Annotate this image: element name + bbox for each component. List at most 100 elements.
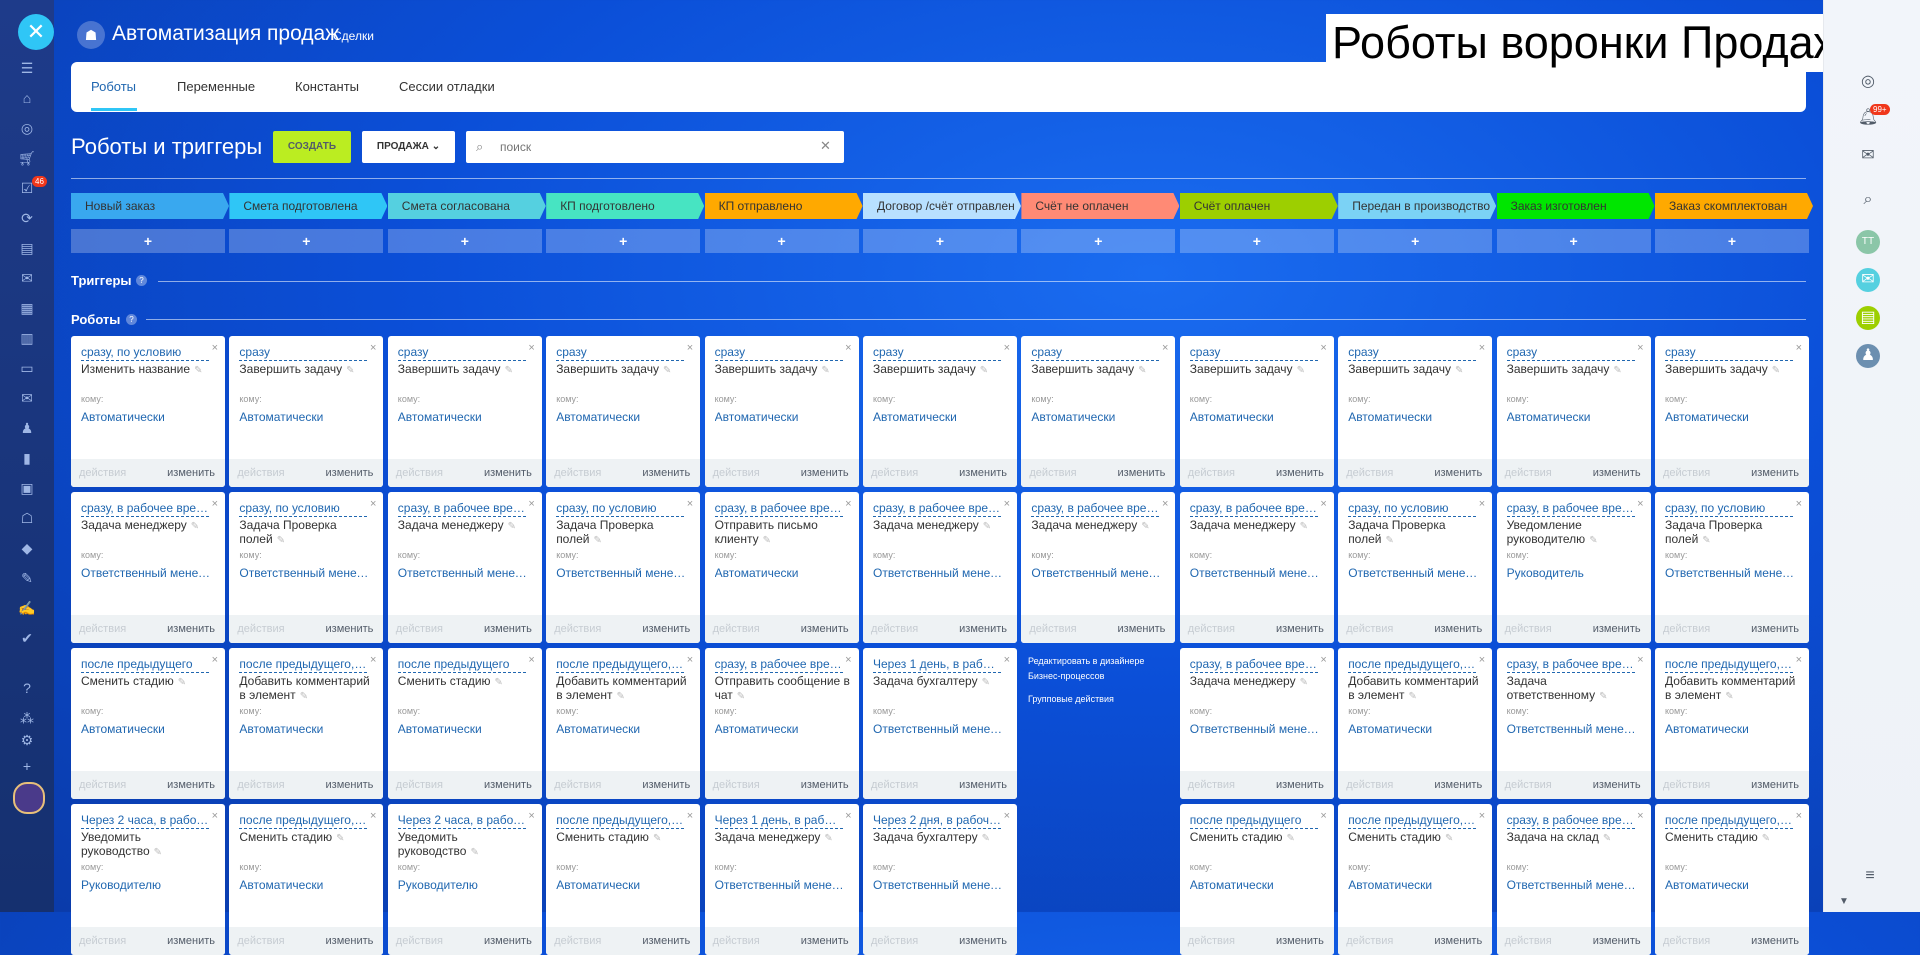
edit-list-icon[interactable]: ✎ [17,568,37,588]
recipient-value[interactable]: Ответственный менеджер [1665,566,1799,580]
search-input[interactable] [498,139,802,155]
close-icon[interactable]: × [1637,810,1643,822]
close-icon[interactable]: × [1320,342,1326,354]
edit-link[interactable]: изменить [167,467,215,479]
robot-trigger-condition[interactable]: сразу, в рабочее время [873,501,1001,517]
close-icon[interactable]: × [1796,342,1802,354]
recipient-value[interactable]: Автоматически [239,410,373,424]
reports-icon[interactable]: ▮ [17,448,37,468]
robot-card[interactable]: сразу, по условию × Задача Проверка полей ✎… [1655,492,1809,643]
robot-card[interactable]: Через 2 часа, в рабочее время× Уведомить … [387,804,542,955]
clear-search-icon[interactable]: ✕ [820,138,831,154]
pencil-icon[interactable]: ✎ [508,521,516,532]
robot-card[interactable]: сразу × Завершить задачу ✎ кому: Автоматическ… [546,336,701,487]
close-icon[interactable]: × [845,498,851,510]
close-icon[interactable]: × [687,342,693,354]
recipient-value[interactable]: Ответственный менеджер [1507,878,1641,892]
recipient-value[interactable]: Автоматически [81,722,215,736]
pencil-icon[interactable]: ✎ [1300,677,1308,688]
mail-icon[interactable]: ✉ [17,388,37,408]
recipient-value[interactable]: Автоматически [1348,722,1482,736]
close-icon[interactable]: × [1479,810,1485,822]
robot-card[interactable]: сразу × Завершить задачу ✎ кому: Автоматическ… [1655,336,1809,487]
recipient-value[interactable]: Автоматически [873,410,1007,424]
edit-link[interactable]: изменить [1276,467,1324,479]
pencil-icon[interactable]: ✎ [1603,833,1611,844]
edit-link[interactable]: изменить [484,623,532,635]
recipient-value[interactable]: Ответственный менеджер [873,722,1007,736]
close-icon[interactable]: × [845,810,851,822]
robot-trigger-condition[interactable]: после предыдущего [397,657,526,673]
recipient-value[interactable]: Ответственный менеджер [1031,566,1165,580]
robot-card[interactable]: сразу, в рабочее время × Отправить письмо … [704,492,859,643]
recipient-value[interactable]: Автоматически [81,410,215,424]
add-robot-button[interactable]: + [1496,229,1651,253]
edit-link[interactable]: изменить [167,623,215,635]
robot-trigger-condition[interactable]: Через 1 день, в рабочее время [714,813,843,829]
tab-constants[interactable]: Константы [295,79,359,94]
pencil-icon[interactable]: ✎ [1300,521,1308,532]
close-icon[interactable]: × [212,654,218,666]
robot-trigger-condition[interactable]: после предыдущего, по условию [1665,813,1793,829]
robot-icon[interactable]: ☖ [17,508,37,528]
recipient-value[interactable]: Автоматически [715,410,849,424]
robot-card[interactable]: сразу × Завершить задачу ✎ кому: Автоматическ… [1179,336,1334,487]
close-icon[interactable]: × [1796,810,1802,822]
pencil-icon[interactable]: ✎ [1297,365,1305,376]
robot-card[interactable]: после предыдущего × Сменить стадию ✎ кому: Ав… [1179,804,1334,955]
edit-link[interactable]: изменить [959,935,1007,947]
robot-card[interactable]: сразу, в рабочее время × Задача менеджеру ✎… [387,492,542,643]
recipient-value[interactable]: Автоматически [1665,722,1799,736]
recipient-value[interactable]: Ответственный менеджер [1507,722,1641,736]
robot-trigger-condition[interactable]: после предыдущего [1189,813,1318,829]
robot-card[interactable]: после предыдущего × Сменить стадию ✎ кому: Ав… [387,648,542,799]
create-button[interactable]: СОЗДАТЬ [273,131,351,163]
robot-card[interactable]: сразу × Завершить задачу ✎ кому: Автоматическ… [387,336,542,487]
robot-trigger-condition[interactable]: сразу, в рабочее время [1506,501,1635,517]
check-icon[interactable]: ✔ [17,628,37,648]
robot-card[interactable]: сразу × Завершить задачу ✎ кому: Автоматическ… [229,336,384,487]
robot-card[interactable]: сразу, в рабочее время × Отправить сообщен… [704,648,859,799]
pencil-icon[interactable]: ✎ [821,365,829,376]
close-icon[interactable]: × [212,498,218,510]
edit-link[interactable]: изменить [959,623,1007,635]
pencil-icon[interactable]: ✎ [616,691,624,702]
stage-header[interactable]: Смета подготовлена [229,193,387,219]
close-icon[interactable]: × [370,654,376,666]
robot-trigger-condition[interactable]: после предыдущего, по условию [556,657,685,673]
edit-link[interactable]: изменить [167,779,215,791]
robot-trigger-condition[interactable]: сразу [1189,345,1318,361]
edit-link[interactable]: изменить [1434,935,1482,947]
robot-trigger-condition[interactable]: сразу, в рабочее время [1506,813,1635,829]
close-icon[interactable]: × [1320,810,1326,822]
pencil-icon[interactable]: ✎ [178,677,186,688]
close-icon[interactable]: × [528,342,534,354]
robot-card[interactable]: сразу, по условию × Задача Проверка полей ✎… [546,492,701,643]
recipient-value[interactable]: Ответственный менеджер [1190,566,1324,580]
add-robot-button[interactable]: + [1021,229,1176,253]
close-icon[interactable]: × [1637,342,1643,354]
pencil-icon[interactable]: ✎ [1445,833,1453,844]
chat-icon[interactable]: ✉ [17,268,37,288]
robot-trigger-condition[interactable]: сразу, по условию [556,501,685,517]
recipient-value[interactable]: Автоматически [398,722,532,736]
robot-trigger-condition[interactable]: сразу [1348,345,1477,361]
pencil-icon[interactable]: ✎ [1725,691,1733,702]
robot-trigger-condition[interactable]: сразу, по условию [239,501,368,517]
recipient-value[interactable]: Ответственный менеджер [556,566,690,580]
recipient-value[interactable]: Автоматически [556,722,690,736]
edit-link[interactable]: изменить [1276,935,1324,947]
robot-card[interactable]: сразу, в рабочее время × Уведомление руков… [1496,492,1651,643]
recipient-value[interactable]: Автоматически [715,722,849,736]
robot-card[interactable]: после предыдущего, по условию× Сменить ст… [1655,804,1809,955]
robot-trigger-condition[interactable]: Через 2 дня, в рабочее время [873,813,1001,829]
edit-link[interactable]: изменить [642,935,690,947]
close-icon[interactable]: × [528,498,534,510]
robot-trigger-condition[interactable]: Через 1 день, в рабочее время [873,657,1001,673]
target-icon[interactable]: ◎ [17,118,37,138]
structure-icon[interactable]: ⁂ [17,708,37,728]
pencil-icon[interactable]: ✎ [505,365,513,376]
recipient-value[interactable]: Автоматически [239,722,373,736]
recipient-value[interactable]: Автоматически [239,878,373,892]
robot-trigger-condition[interactable]: сразу [556,345,685,361]
